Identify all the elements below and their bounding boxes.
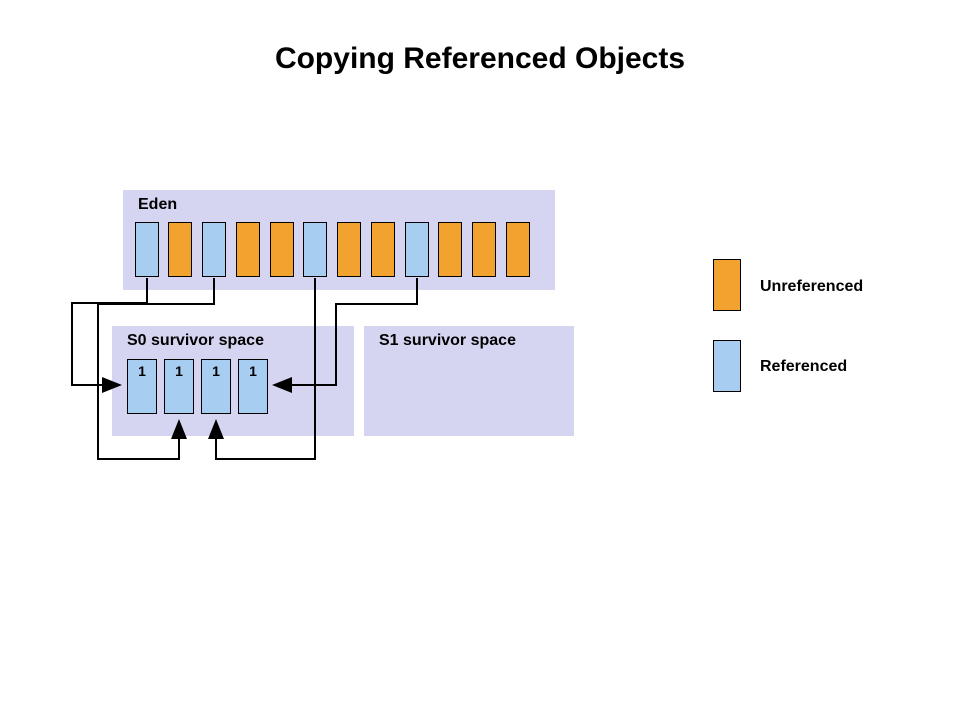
eden-block — [303, 222, 327, 277]
s0-block: 1 — [127, 359, 157, 414]
eden-block — [135, 222, 159, 277]
page-title: Copying Referenced Objects — [0, 42, 960, 76]
diagram-stage: Copying Referenced Objects Eden S0 survi… — [0, 0, 960, 720]
eden-label: Eden — [138, 196, 177, 214]
eden-block — [371, 222, 395, 277]
s0-block-age: 1 — [202, 363, 230, 379]
s0-block: 1 — [238, 359, 268, 414]
legend-referenced-label: Referenced — [760, 358, 847, 376]
eden-block — [202, 222, 226, 277]
s0-block-age: 1 — [239, 363, 267, 379]
legend-referenced-swatch — [713, 340, 741, 392]
eden-block — [236, 222, 260, 277]
eden-block — [438, 222, 462, 277]
legend-unreferenced-swatch — [713, 259, 741, 311]
s0-block-age: 1 — [165, 363, 193, 379]
s0-block: 1 — [164, 359, 194, 414]
s0-label: S0 survivor space — [127, 332, 264, 350]
s0-block: 1 — [201, 359, 231, 414]
s1-label: S1 survivor space — [379, 332, 516, 350]
eden-block — [168, 222, 192, 277]
s0-block-age: 1 — [128, 363, 156, 379]
eden-block — [472, 222, 496, 277]
legend-unreferenced-label: Unreferenced — [760, 278, 863, 296]
eden-block — [270, 222, 294, 277]
eden-block — [337, 222, 361, 277]
eden-block — [506, 222, 530, 277]
eden-block — [405, 222, 429, 277]
